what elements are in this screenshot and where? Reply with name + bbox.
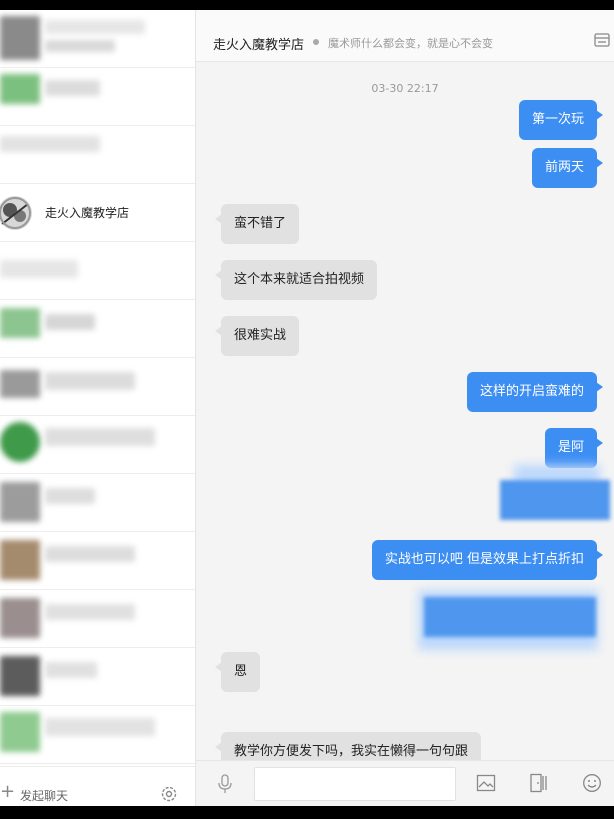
plus-icon[interactable]: + <box>0 783 15 801</box>
message-bubble-outgoing: 是阿 <box>544 428 604 468</box>
contact-list-item[interactable] <box>0 126 195 184</box>
message-bubble-outgoing: 这样的开启蛮难的 <box>466 372 604 412</box>
new-chat-button[interactable]: 发起聊天 <box>20 787 68 804</box>
contact-list-item[interactable] <box>0 242 195 300</box>
chat-panel: 走火入魔教学店 魔术师什么都会变，就是心不会变 03-30 22:17 第一次玩… <box>196 10 614 806</box>
contact-list-item[interactable] <box>0 590 195 648</box>
contact-sidebar: 走火入魔教学店 + 发起聊天 <box>0 10 196 806</box>
contact-list-item-active[interactable]: 走火入魔教学店 <box>0 184 195 242</box>
chat-header: 走火入魔教学店 魔术师什么都会变，就是心不会变 <box>196 10 614 62</box>
contact-list-item[interactable] <box>0 68 195 126</box>
contact-list-item[interactable] <box>0 474 195 532</box>
contact-avatar <box>0 196 32 230</box>
status-dot <box>313 39 319 45</box>
contact-list-item[interactable] <box>0 648 195 706</box>
list-icon[interactable] <box>594 32 610 48</box>
contact-name: 走火入魔教学店 <box>45 206 130 220</box>
message-bubble-outgoing: 实战也可以吧 但是效果上打点折扣 <box>371 540 604 580</box>
message-input[interactable] <box>254 767 456 801</box>
contact-list-item[interactable] <box>0 10 195 68</box>
file-icon[interactable] <box>529 773 549 793</box>
emoji-icon[interactable] <box>582 773 602 793</box>
message-composer <box>196 760 614 806</box>
message-bubble-outgoing: 第一次玩 <box>518 100 604 140</box>
message-bubble-incoming: 这个本来就适合拍视频 <box>214 260 378 300</box>
contact-list-item[interactable] <box>0 706 195 764</box>
contact-list-item[interactable] <box>0 300 195 358</box>
contact-list-item[interactable] <box>0 532 195 590</box>
message-timestamp: 03-30 22:17 <box>371 82 439 95</box>
contact-list-item[interactable] <box>0 358 195 416</box>
message-bubble-incoming: 恩 <box>214 652 261 692</box>
redacted-message <box>424 597 596 637</box>
message-bubble-outgoing: 前两天 <box>531 148 604 188</box>
message-bubble-incoming: 蛮不错了 <box>214 204 300 244</box>
message-bubble-incoming: 很难实战 <box>214 316 300 356</box>
microphone-icon[interactable] <box>216 773 234 795</box>
redacted-message <box>500 480 610 520</box>
image-icon[interactable] <box>476 773 496 793</box>
contact-list-item[interactable] <box>0 416 195 474</box>
chat-signature: 魔术师什么都会变，就是心不会变 <box>328 37 493 50</box>
gear-icon[interactable] <box>160 785 178 803</box>
device-top-bar <box>0 0 614 10</box>
chat-title: 走火入魔教学店 <box>213 38 305 53</box>
device-bottom-bar <box>0 806 614 819</box>
